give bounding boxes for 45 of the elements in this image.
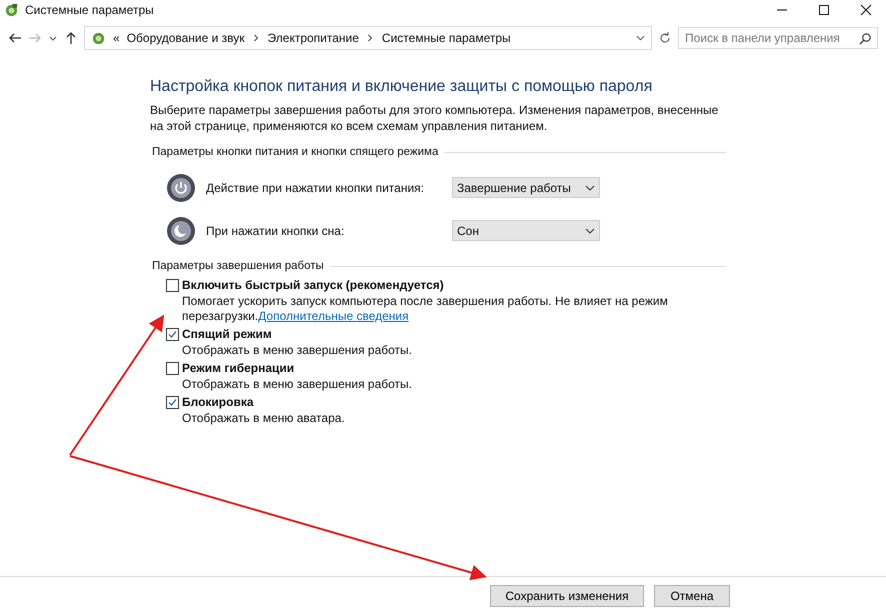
checkbox[interactable]: [166, 278, 179, 292]
breadcrumb-item[interactable]: Электропитание: [268, 31, 359, 45]
option-description: Отображать в меню аватара.: [182, 411, 346, 426]
checkbox-label[interactable]: Спящий режим: [182, 327, 272, 341]
breadcrumb-item[interactable]: Оборудование и звук: [126, 31, 245, 45]
search-icon: [859, 32, 872, 45]
maximize-icon[interactable]: [818, 4, 830, 16]
dropdown[interactable]: Завершение работы: [452, 177, 600, 198]
up-arrow-icon[interactable]: [64, 31, 78, 45]
control-panel-icon: [4, 2, 19, 18]
address-bar[interactable]: « Оборудование и звук Электропитание Системные параметры: [84, 26, 652, 50]
moon-button-icon: [166, 216, 196, 246]
more-info-link[interactable]: Дополнительные сведения: [258, 309, 409, 323]
chevron-down-icon: [585, 182, 595, 192]
chevron-right-icon[interactable]: [252, 33, 261, 43]
checkbox-label[interactable]: Включить быстрый запуск (рекомендуется): [182, 278, 444, 292]
option-description: Помогает ускорить запуск компьютера после завершения работы. Не влияет на режим перезагрузки.Дополнительные сведения: [182, 294, 669, 324]
chevron-down-icon[interactable]: [636, 33, 645, 43]
option-description: Отображать в меню завершения работы.: [182, 343, 414, 358]
section-title: Параметры кнопки питания и кнопки спящего режима: [152, 146, 438, 158]
option-description: Отображать в меню завершения работы.: [182, 377, 414, 392]
checkbox[interactable]: [166, 328, 179, 340]
checkbox[interactable]: [166, 396, 179, 408]
control-panel-icon: [91, 30, 106, 46]
intro-text: Выберите параметры завершения работы для этого компьютера. Изменения параметров, внесенные на этой странице, применяются ко всем схемам управления питанием.: [150, 102, 720, 134]
checkbox[interactable]: [166, 362, 179, 374]
save-button[interactable]: Сохранить изменения: [490, 585, 644, 607]
page-heading: Настройка кнопок питания и включение защиты с помощью пароля: [150, 78, 654, 96]
section-title: Параметры завершения работы: [152, 260, 324, 272]
checkbox-label[interactable]: Блокировка: [182, 395, 254, 409]
window-title: Системные параметры: [25, 3, 154, 17]
chevron-right-icon[interactable]: [366, 33, 375, 43]
refresh-icon[interactable]: [658, 31, 672, 45]
dropdown[interactable]: Сон: [452, 220, 600, 241]
setting-label: Действие при нажатии кнопки питания:: [206, 180, 426, 194]
power-button-icon: [166, 172, 196, 202]
chevron-down-icon: [585, 226, 595, 236]
breadcrumb-item[interactable]: Системные параметры: [382, 31, 511, 45]
setting-label: При нажатии кнопки сна:: [206, 224, 346, 238]
search-field[interactable]: Поиск в панели управления: [678, 27, 878, 49]
breadcrumb-overflow[interactable]: «: [113, 31, 120, 45]
back-arrow-icon[interactable]: [8, 31, 22, 45]
close-icon[interactable]: [860, 4, 872, 16]
checkbox-label[interactable]: Режим гибернации: [182, 361, 294, 375]
cancel-button[interactable]: Отмена: [654, 585, 730, 607]
